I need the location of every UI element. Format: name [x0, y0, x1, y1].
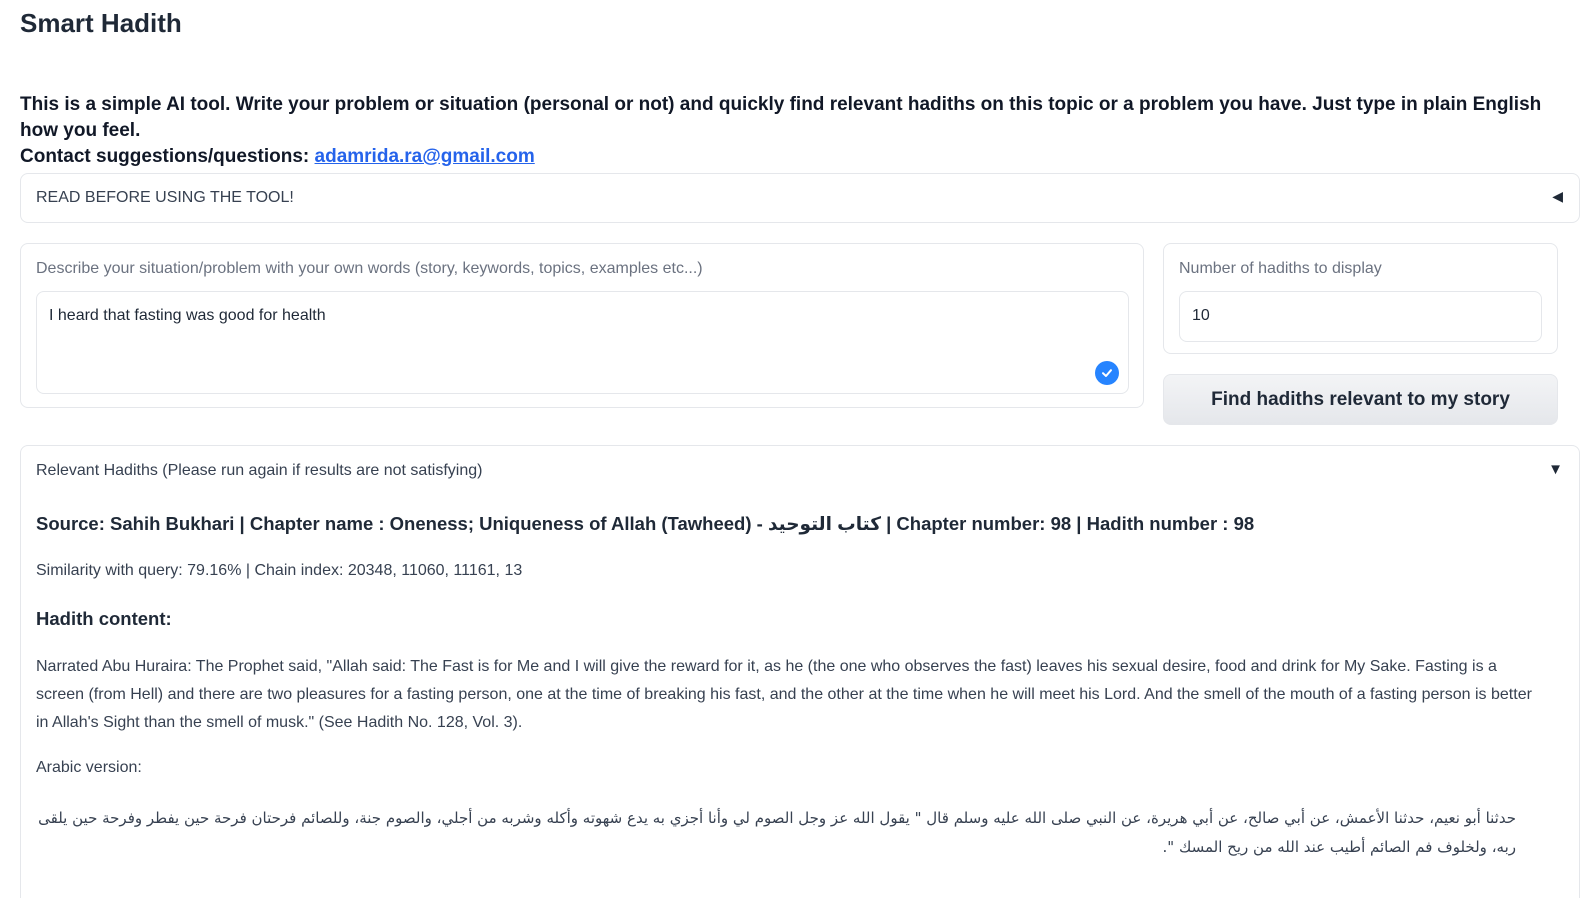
intro-description: This is a simple AI tool. Write your pro…	[20, 94, 1542, 141]
contact-line: Contact suggestions/questions: adamrida.…	[20, 144, 1580, 170]
intro-text: This is a simple AI tool. Write your pro…	[20, 92, 1580, 170]
story-value: I heard that fasting was good for health	[49, 307, 326, 324]
number-panel: Number of hadiths to display 10	[1163, 243, 1558, 354]
hadith-english-text: Narrated Abu Huraira: The Prophet said, …	[36, 658, 1532, 731]
triangle-down-icon[interactable]: ▼	[1548, 461, 1563, 478]
hadith-similarity: Similarity with query: 79.16% | Chain in…	[36, 562, 523, 579]
results-header-label[interactable]: Relevant Hadiths (Please run again if re…	[36, 462, 482, 480]
app-title: Smart Hadith	[20, 8, 182, 38]
hadith-source: Source: Sahih Bukhari | Chapter name : O…	[36, 513, 1255, 534]
hadith-arabic-text: حدثنا أبو نعيم، حدثنا الأعمش، عن أبي صال…	[38, 809, 1516, 856]
read-before-accordion[interactable]: READ BEFORE USING THE TOOL! ◀	[20, 173, 1580, 223]
contact-email-link[interactable]: adamrida.ra@gmail.com	[315, 146, 535, 167]
number-label: Number of hadiths to display	[1179, 260, 1382, 277]
check-icon	[1095, 361, 1119, 385]
hadith-content-heading: Hadith content:	[36, 608, 172, 629]
results-accordion: Relevant Hadiths (Please run again if re…	[20, 445, 1580, 898]
triangle-left-icon[interactable]: ◀	[1552, 188, 1563, 205]
read-before-label: READ BEFORE USING THE TOOL!	[36, 189, 294, 206]
find-hadiths-button[interactable]: Find hadiths relevant to my story	[1163, 374, 1558, 425]
story-panel: Describe your situation/problem with you…	[20, 243, 1144, 408]
arabic-version-label: Arabic version:	[36, 759, 142, 776]
story-textarea[interactable]: I heard that fasting was good for health	[36, 291, 1129, 394]
story-label: Describe your situation/problem with you…	[36, 260, 703, 277]
contact-prefix: Contact suggestions/questions:	[20, 146, 310, 167]
number-input[interactable]: 10	[1179, 291, 1542, 342]
